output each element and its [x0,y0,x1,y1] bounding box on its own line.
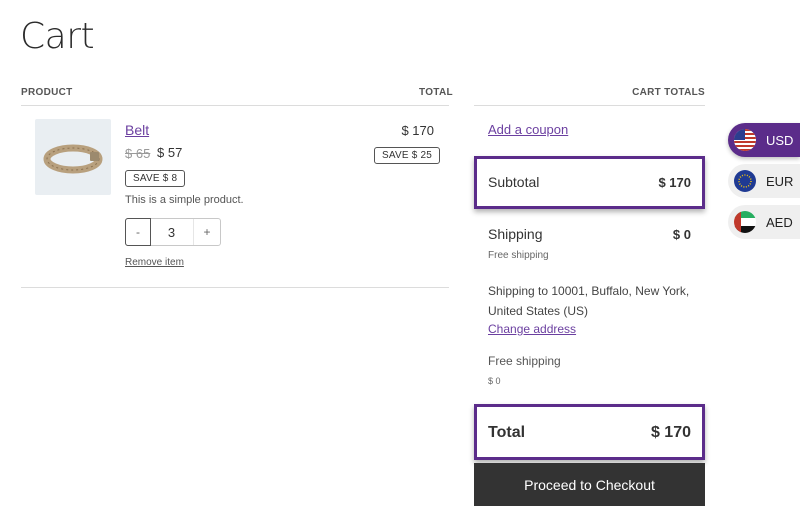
column-header-total: TOTAL [419,87,453,98]
eu-flag-icon [734,170,756,192]
belt-image [43,144,103,174]
quantity-stepper: - 3 + [125,218,221,246]
currency-eur[interactable]: EUR [728,164,800,198]
quantity-increase-button[interactable]: + [194,219,220,245]
free-shipping-value: $ 0 [488,376,501,386]
currency-code: USD [766,132,794,148]
shipping-label: Shipping [488,226,543,242]
currency-code: EUR [766,173,794,189]
quantity-decrease-button[interactable]: - [125,218,151,246]
page-title: Cart [20,16,95,57]
currency-usd[interactable]: USD [728,123,800,157]
line-total: $ 170 [401,123,434,138]
sale-price: $ 57 [157,145,183,160]
us-flag-icon [734,129,756,151]
currency-code: AED [766,214,793,230]
table-row-divider [21,287,449,288]
proceed-to-checkout-button[interactable]: Proceed to Checkout [474,463,705,506]
table-header-divider [21,105,449,106]
total-value: $ 170 [650,424,691,441]
quantity-input[interactable]: 3 [150,219,194,245]
total-label: Total [488,424,526,441]
shipping-method: Free shipping [488,250,549,261]
free-shipping-label: Free shipping [488,354,561,368]
original-price: $ 65 [125,146,151,161]
subtotal-label: Subtotal [488,174,540,190]
cart-totals-heading: CART TOTALS [632,87,705,98]
uae-flag-icon [734,211,756,233]
save-badge: SAVE $ 8 [125,170,186,187]
totals-header-divider [474,105,705,106]
shipping-destination: Shipping to 10001, Buffalo, New York, Un… [488,284,690,318]
remove-item-link[interactable]: Remove item [125,257,184,268]
subtotal-value: $ 170 [658,175,691,190]
product-thumbnail[interactable] [35,119,111,195]
shipping-value: $ 0 [672,227,691,242]
line-save-badge: SAVE $ 25 [374,147,440,164]
product-description: This is a simple product. [125,194,244,206]
column-header-product: PRODUCT [21,87,73,98]
change-address-link[interactable]: Change address [488,322,576,336]
currency-aed[interactable]: AED [728,205,800,239]
product-name-link[interactable]: Belt [125,122,149,138]
add-coupon-link[interactable]: Add a coupon [488,122,568,137]
